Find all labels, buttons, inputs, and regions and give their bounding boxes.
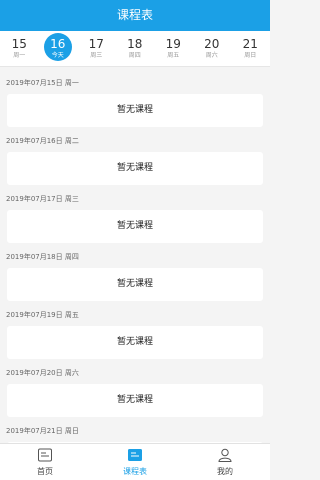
schedule-icon — [128, 449, 142, 461]
date-number: 20 — [204, 37, 220, 51]
schedule-date: 2019年07月21日 周日 — [6, 427, 79, 435]
date-weekday: 周五 — [167, 52, 180, 59]
course-card[interactable]: 暂无课程 — [7, 152, 263, 185]
bottom-tab-bar: 首页 课程表 我的 — [0, 443, 270, 480]
date-item[interactable]: 15 周一 — [0, 31, 39, 67]
tab-schedule[interactable]: 课程表 — [90, 444, 180, 480]
date-weekday: 周六 — [205, 52, 218, 59]
date-item[interactable]: 18 周四 — [116, 31, 155, 67]
page-title: 课程表 — [116, 8, 153, 22]
schedule-date: 2019年07月16日 周二 — [6, 137, 79, 145]
tab-label: 我的 — [217, 467, 233, 476]
course-card[interactable]: 暂无课程 — [7, 384, 263, 417]
tab-label: 课程表 — [123, 467, 147, 476]
course-card[interactable]: 暂无课程 — [7, 210, 263, 243]
date-item[interactable]: 17 周三 — [77, 31, 116, 67]
date-number: 17 — [88, 37, 104, 51]
date-selector: 15 周一 16 今天 17 周三 18 周四 19 周五 20 周六 21 周… — [0, 31, 270, 67]
schedule-date: 2019年07月20日 周六 — [6, 369, 79, 377]
date-number: 19 — [165, 37, 181, 51]
date-number: 16 — [50, 37, 66, 51]
date-number: 18 — [127, 37, 143, 51]
tab-profile[interactable]: 我的 — [180, 444, 270, 480]
tab-label: 首页 — [37, 467, 53, 476]
date-weekday: 周一 — [13, 52, 26, 59]
tab-home[interactable]: 首页 — [0, 444, 90, 480]
date-number: 15 — [11, 37, 27, 51]
date-weekday: 今天 — [51, 52, 64, 59]
schedule-date: 2019年07月15日 周一 — [6, 79, 79, 87]
home-icon — [38, 448, 52, 462]
schedule-date: 2019年07月18日 周四 — [6, 253, 79, 261]
date-weekday: 周四 — [128, 52, 141, 59]
date-item[interactable]: 19 周五 — [154, 31, 193, 67]
date-item[interactable]: 20 周六 — [193, 31, 232, 67]
course-card[interactable]: 暂无课程 — [7, 326, 263, 359]
profile-icon — [218, 448, 232, 462]
schedule-date: 2019年07月19日 周五 — [6, 311, 79, 319]
date-weekday: 周三 — [90, 52, 103, 59]
date-item-today[interactable]: 16 今天 — [39, 31, 78, 67]
app-header: 课程表 — [0, 0, 270, 31]
schedule-list[interactable]: 2019年07月15日 周一 暂无课程 2019年07月16日 周二 暂无课程 … — [0, 67, 270, 443]
date-item[interactable]: 21 周日 — [231, 31, 270, 67]
course-card[interactable]: 暂无课程 — [7, 94, 263, 127]
date-weekday: 周日 — [244, 52, 257, 59]
schedule-date: 2019年07月17日 周三 — [6, 195, 79, 203]
date-number: 21 — [242, 37, 258, 51]
course-card[interactable]: 暂无课程 — [7, 268, 263, 301]
